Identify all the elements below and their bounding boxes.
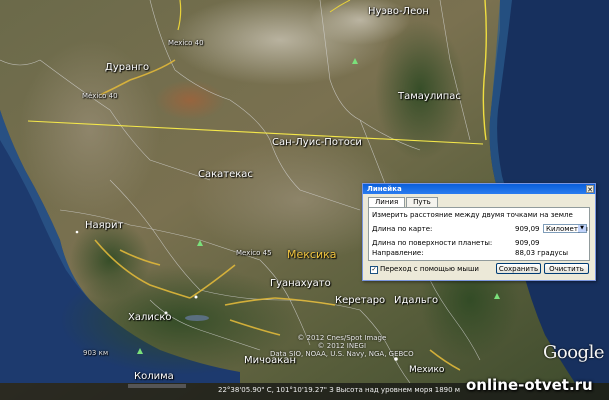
label-highway-45: Mexico 45 <box>236 249 272 257</box>
map-copyright: © 2012 Cnes/Spot Image © 2012 INEGI Data… <box>270 334 414 358</box>
label-mexico-city: Мехико <box>409 365 445 375</box>
coordinates-readout: 22°38'05.90" С, 101°10'19.27" З Высота н… <box>218 386 461 394</box>
tab-path[interactable]: Путь <box>406 197 438 207</box>
label-highway-40a: México 40 <box>82 92 118 100</box>
lake-chapala <box>185 315 209 321</box>
terrain-red-basin <box>155 80 225 120</box>
ruler-tabs: Линия Путь <box>368 197 439 208</box>
ruler-dialog-title: Линейка <box>367 185 402 193</box>
label-tamaulipas: Тамаулипас <box>398 91 461 102</box>
map-length-label: Длина по карте: <box>372 225 433 233</box>
ground-length-label: Длина по поверхности планеты: <box>372 239 493 247</box>
google-logo: Google <box>543 342 604 363</box>
ruler-instruction: Измерить расстояние между двумя точками … <box>372 211 573 219</box>
label-durango: Дуранго <box>105 62 150 73</box>
site-watermark: online-otvet.ru <box>466 376 593 394</box>
unit-select[interactable]: Километры ▼ <box>543 224 588 233</box>
chevron-down-icon[interactable]: ▼ <box>578 225 586 232</box>
label-san-luis-potosi: Сан-Луис-Потоси <box>272 137 362 148</box>
ruler-panel: Измерить расстояние между двумя точками … <box>368 207 590 261</box>
mouse-navigation-label: Переход с помощью мыши <box>380 265 479 273</box>
ruler-dialog-titlebar[interactable]: Линейка ✕ <box>363 184 595 194</box>
label-hidalgo: Идальго <box>394 295 439 306</box>
clear-button[interactable]: Очистить <box>544 263 589 274</box>
label-colima: Колима <box>134 371 174 382</box>
copyright-line: Data SIO, NOAA, U.S. Navy, NGA, GEBCO <box>270 350 414 358</box>
label-scale-hint: 903 км <box>83 349 109 357</box>
label-jalisco: Халиско <box>128 312 172 323</box>
streaming-progress-bar <box>128 384 186 388</box>
save-button[interactable]: Сохранить <box>496 263 541 274</box>
map-length-value: 909,09 <box>515 225 540 233</box>
close-icon[interactable]: ✕ <box>586 185 594 194</box>
label-nayarit: Наярит <box>85 220 124 231</box>
heading-value: 88,03 градусы <box>515 249 569 257</box>
mouse-navigation-checkbox[interactable]: ✓ <box>370 266 378 274</box>
label-highway-40b: Mexico 40 <box>168 39 204 47</box>
label-guanajuato: Гуанахуато <box>270 278 331 289</box>
label-mexico-country: Мексика <box>287 248 337 261</box>
copyright-line: © 2012 INEGI <box>317 342 367 350</box>
label-zacatecas: Сакатекас <box>198 169 253 180</box>
copyright-line: © 2012 Cnes/Spot Image <box>297 334 387 342</box>
ruler-dialog: Линейка ✕ Линия Путь Измерить расстояние … <box>362 183 596 281</box>
label-queretaro: Керетаро <box>335 295 386 306</box>
heading-label: Направление: <box>372 249 424 257</box>
ground-length-value: 909,09 <box>515 239 540 247</box>
terrain-southwest <box>70 220 150 300</box>
label-nuevo-leon: Нуэво-Леон <box>368 6 429 17</box>
